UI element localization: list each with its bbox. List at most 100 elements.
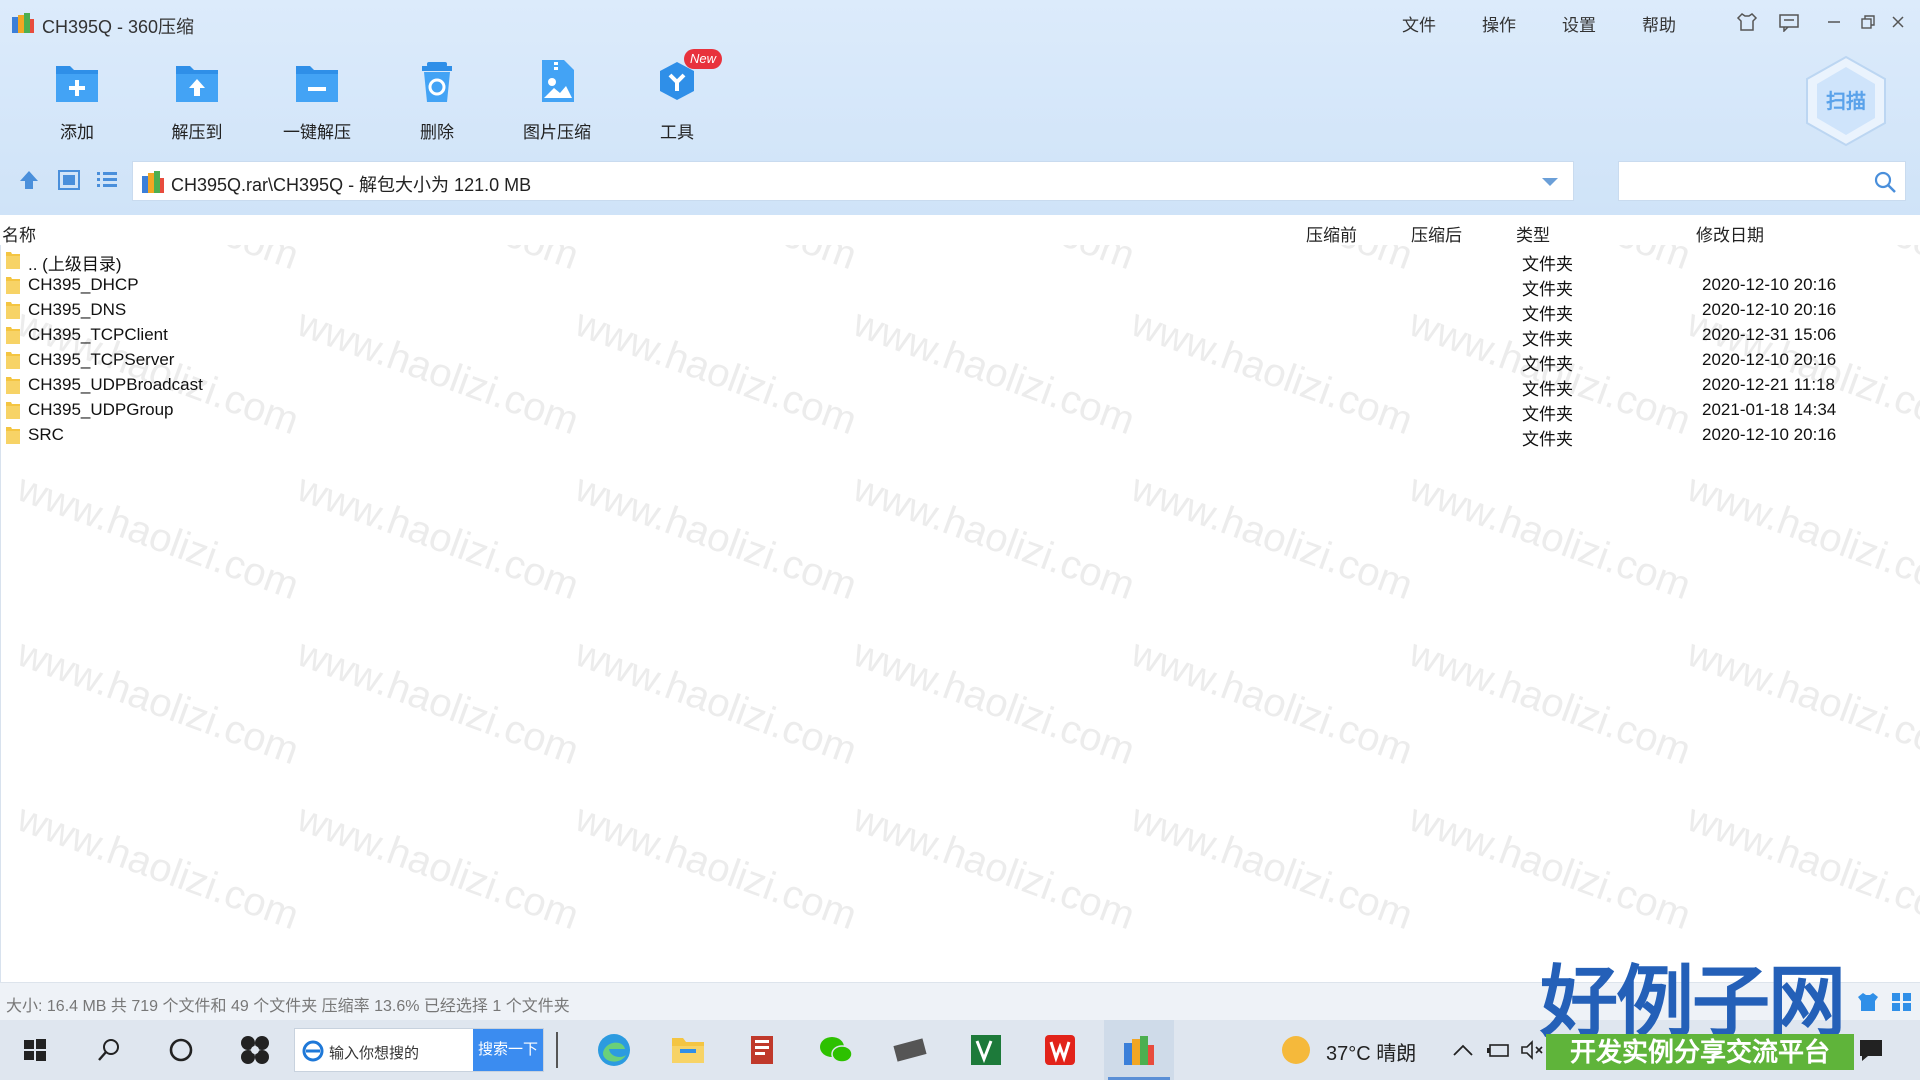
- one-click-extract-label: 一键解压: [283, 123, 351, 142]
- wps-icon: [1045, 1035, 1075, 1065]
- list-item-parent[interactable]: .. (上级目录) 文件夹: [0, 248, 1920, 274]
- cortana-icon: [169, 1038, 193, 1062]
- column-name[interactable]: 名称: [2, 221, 36, 246]
- folder-icon: [6, 327, 20, 344]
- pinwheel-icon: [241, 1036, 269, 1064]
- list-view-icon[interactable]: [94, 168, 120, 192]
- search-icon[interactable]: [1873, 170, 1897, 194]
- extract-to-button[interactable]: 解压到: [152, 58, 242, 144]
- chevron-up-icon[interactable]: [1452, 1042, 1474, 1058]
- message-icon: [1779, 14, 1799, 32]
- shirt-icon[interactable]: [1856, 991, 1880, 1013]
- close-icon: [1892, 16, 1904, 28]
- column-size-before[interactable]: 压缩前: [1306, 221, 1357, 246]
- column-type[interactable]: 类型: [1516, 221, 1550, 246]
- item-type: 文件夹: [1522, 430, 1573, 449]
- up-level-icon[interactable]: [16, 168, 42, 192]
- scan-button[interactable]: 扫描: [1805, 55, 1887, 147]
- scan-label: 扫描: [1826, 89, 1866, 113]
- chip-icon: [893, 1038, 927, 1062]
- header: CH395Q - 360压缩 文件 操作 设置 帮助 添加 解压到 一键解压 删…: [0, 0, 1920, 215]
- item-date: 2020-12-10 20:16: [1702, 300, 1837, 319]
- item-type: 文件夹: [1522, 405, 1573, 424]
- menu-settings[interactable]: 设置: [1562, 11, 1596, 36]
- cortana-button[interactable]: [156, 1020, 206, 1080]
- taskbar-divider: [556, 1032, 558, 1068]
- app-document[interactable]: [732, 1020, 792, 1080]
- item-name: SRC: [28, 425, 64, 444]
- battery-icon[interactable]: [1486, 1041, 1512, 1059]
- item-name: CH395_DNS: [28, 300, 127, 319]
- app-file-explorer[interactable]: [658, 1020, 718, 1080]
- item-type: 文件夹: [1522, 280, 1573, 299]
- app-pinwheel[interactable]: [230, 1020, 280, 1080]
- archive-icon: [142, 171, 164, 193]
- list-item[interactable]: CH395_TCPClient 文件夹 2020-12-31 15:06: [0, 323, 1920, 349]
- item-name: CH395_UDPBroadcast: [28, 375, 203, 394]
- list-item[interactable]: CH395_UDPGroup 文件夹 2021-01-18 14:34: [0, 398, 1920, 424]
- column-modified[interactable]: 修改日期: [1696, 221, 1764, 246]
- folder-icon: [6, 352, 20, 369]
- taskbar-web-search[interactable]: 输入你想搜的 搜索一下: [294, 1028, 544, 1072]
- item-name: CH395_TCPServer: [28, 350, 175, 369]
- folder-icon: [6, 377, 20, 394]
- item-type: 文件夹: [1522, 305, 1573, 324]
- tools-label: 工具: [660, 123, 694, 142]
- menu-operate[interactable]: 操作: [1482, 11, 1516, 36]
- app-wechat[interactable]: [806, 1020, 866, 1080]
- folder-icon: [672, 1038, 704, 1063]
- item-date: 2020-12-10 20:16: [1702, 275, 1837, 294]
- item-date: 2020-12-10 20:16: [1702, 425, 1837, 444]
- thumbnail-view-icon[interactable]: [56, 168, 82, 192]
- taskbar-search-button[interactable]: [84, 1020, 134, 1080]
- chevron-down-icon[interactable]: [1541, 177, 1559, 187]
- notification-icon[interactable]: [1858, 1038, 1884, 1062]
- column-size-after[interactable]: 压缩后: [1411, 221, 1462, 246]
- image-compress-button[interactable]: 图片压缩: [512, 58, 602, 144]
- one-click-extract-button[interactable]: 一键解压: [272, 58, 362, 144]
- app-360zip[interactable]: [1104, 1020, 1174, 1080]
- minimize-button[interactable]: [1821, 10, 1847, 34]
- restore-button[interactable]: [1855, 10, 1881, 34]
- image-compress-label: 图片压缩: [523, 123, 591, 142]
- app-wps[interactable]: [1030, 1020, 1090, 1080]
- add-label: 添加: [60, 123, 94, 142]
- list-item[interactable]: CH395_DNS 文件夹 2020-12-10 20:16: [0, 298, 1920, 324]
- app-icon: [12, 13, 34, 33]
- delete-button[interactable]: 删除: [392, 58, 482, 144]
- app-chip-tool[interactable]: [880, 1020, 940, 1080]
- search-input[interactable]: [1619, 162, 1859, 200]
- item-type: 文件夹: [1522, 255, 1573, 274]
- app-v5[interactable]: [956, 1020, 1016, 1080]
- item-date: 2020-12-21 11:18: [1702, 375, 1835, 394]
- tools-button[interactable]: 工具: [632, 58, 722, 144]
- menu-file[interactable]: 文件: [1402, 11, 1436, 36]
- extract-to-label: 解压到: [171, 123, 223, 142]
- item-date: 2020-12-10 20:16: [1702, 350, 1837, 369]
- menu-help[interactable]: 帮助: [1642, 11, 1676, 36]
- title-bar: CH395Q - 360压缩 文件 操作 设置 帮助: [0, 0, 1920, 44]
- status-text: 大小: 16.4 MB 共 719 个文件和 49 个文件夹 压缩率 13.6%…: [6, 998, 570, 1015]
- list-item[interactable]: SRC 文件夹 2020-12-10 20:16: [0, 423, 1920, 449]
- search-box[interactable]: [1618, 161, 1906, 201]
- wechat-icon: [820, 1037, 853, 1063]
- list-item[interactable]: CH395_DHCP 文件夹 2020-12-10 20:16: [0, 273, 1920, 299]
- taskbar-search-submit[interactable]: 搜索一下: [473, 1029, 543, 1071]
- close-button[interactable]: [1885, 10, 1911, 34]
- add-button[interactable]: 添加: [32, 58, 122, 144]
- feedback-button[interactable]: [1776, 10, 1802, 34]
- window-title: CH395Q - 360压缩: [42, 17, 195, 37]
- list-item[interactable]: CH395_UDPBroadcast 文件夹 2020-12-21 11:18: [0, 373, 1920, 399]
- archive-icon: [1124, 1036, 1154, 1065]
- skin-button[interactable]: [1734, 10, 1760, 34]
- item-date: 2020-12-31 15:06: [1702, 325, 1837, 344]
- start-button[interactable]: [10, 1020, 60, 1080]
- list-item[interactable]: CH395_TCPServer 文件夹 2020-12-10 20:16: [0, 348, 1920, 374]
- search-icon: [98, 1039, 119, 1061]
- weather-text[interactable]: 37°C 晴朗: [1326, 1037, 1416, 1066]
- grid-icon[interactable]: [1890, 991, 1914, 1013]
- site-logo-subtitle: 开发实例分享交流平台: [1546, 1034, 1854, 1070]
- app-edge[interactable]: [584, 1020, 644, 1080]
- folder-icon: [6, 402, 20, 419]
- address-bar[interactable]: CH395Q.rar\CH395Q - 解包大小为 121.0 MB: [132, 161, 1574, 201]
